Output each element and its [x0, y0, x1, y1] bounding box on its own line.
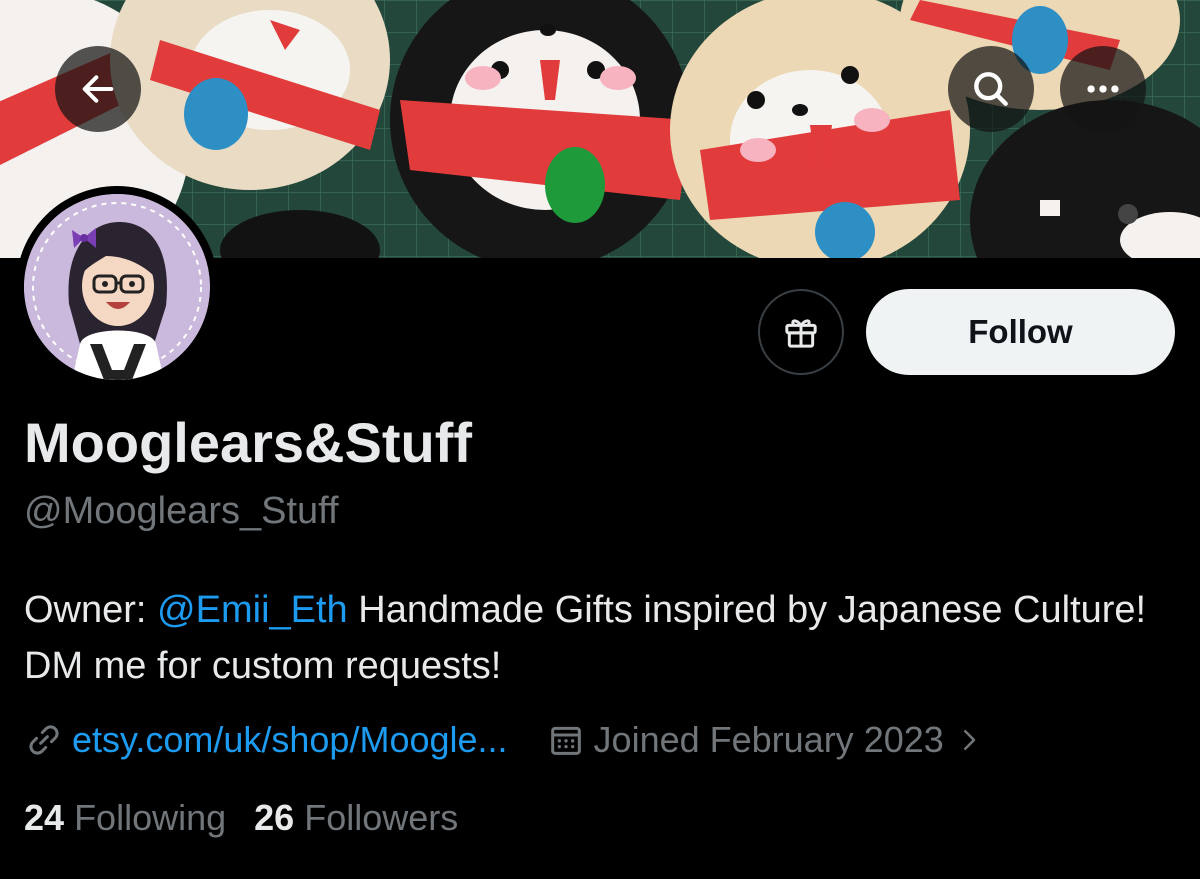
- following-label: Following: [74, 797, 227, 838]
- link-icon: [29, 725, 59, 755]
- back-button[interactable]: [55, 46, 141, 132]
- search-icon: [974, 72, 1008, 106]
- profile-bio: Owner: @Emii_Eth Handmade Gifts inspired…: [24, 582, 1174, 694]
- followers-stat[interactable]: 26 Followers: [254, 797, 458, 839]
- more-icon: [1087, 85, 1119, 93]
- following-count: 24: [24, 797, 65, 838]
- following-stat[interactable]: 24 Following: [24, 797, 226, 839]
- gift-button[interactable]: [758, 289, 844, 375]
- followers-label: Followers: [304, 797, 459, 838]
- followers-count: 26: [254, 797, 295, 838]
- avatar[interactable]: [16, 186, 218, 388]
- gift-icon: [785, 319, 817, 348]
- profile-meta: etsy.com/uk/shop/Moogle... Joined Februa…: [24, 716, 984, 764]
- arrow-left-icon: [82, 75, 114, 103]
- bio-text: Owner:: [24, 589, 158, 631]
- display-name: Mooglears&Stuff: [24, 411, 472, 474]
- follow-stats: 24 Following 26 Followers: [24, 797, 458, 839]
- bio-mention-link[interactable]: @Emii_Eth: [157, 589, 348, 631]
- chevron-right-icon[interactable]: [954, 722, 984, 758]
- follow-button[interactable]: Follow: [866, 289, 1175, 375]
- avatar-image: [24, 194, 210, 380]
- more-button[interactable]: [1060, 46, 1146, 132]
- search-button[interactable]: [948, 46, 1034, 132]
- website-link[interactable]: etsy.com/uk/shop/Moogle...: [72, 719, 508, 761]
- calendar-icon: [550, 726, 581, 755]
- joined-date: Joined February 2023: [593, 719, 944, 760]
- user-handle: @Mooglears_Stuff: [24, 490, 339, 532]
